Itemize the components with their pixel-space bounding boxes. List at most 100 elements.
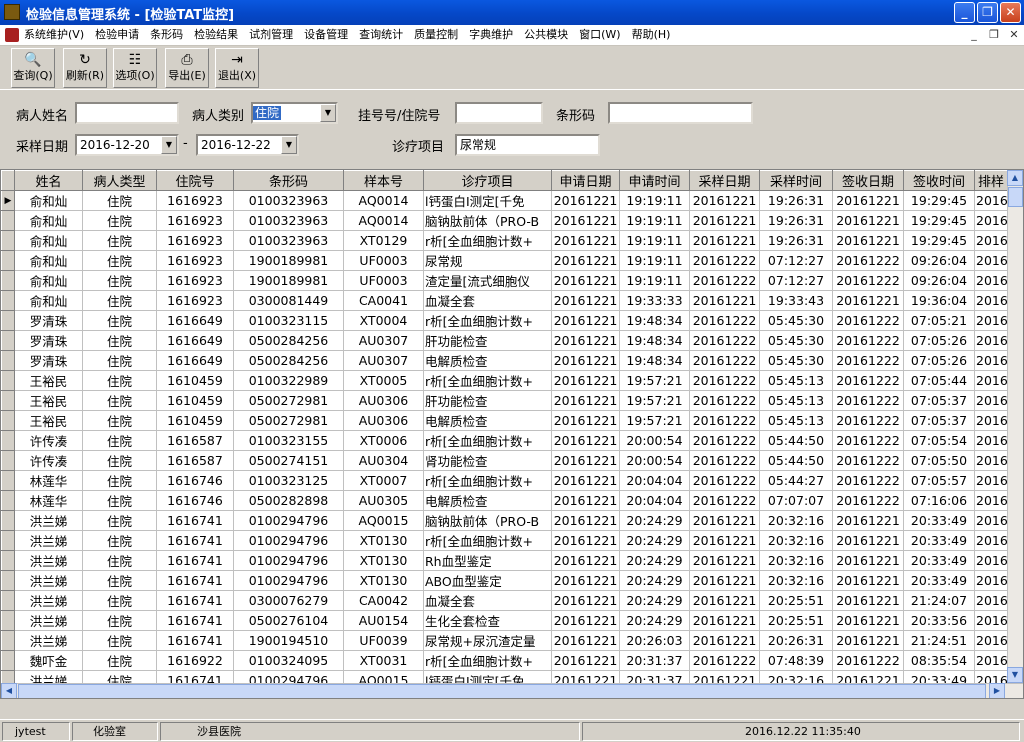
table-cell[interactable]: 脑钠肽前体（PRO-B xyxy=(423,210,552,231)
table-cell[interactable]: 20:31:37 xyxy=(619,650,690,671)
table-cell[interactable]: 20161221 xyxy=(832,510,904,531)
row-selector[interactable] xyxy=(1,610,15,631)
table-row[interactable]: 洪兰娣 住院 1616741 0100294796 AQ0015 脑钠肽前体（PRO-B 2… xyxy=(1,510,1008,531)
menu-item[interactable]: 试剂管理 xyxy=(249,25,293,45)
horizontal-scroll-thumb[interactable] xyxy=(18,684,986,698)
table-cell[interactable]: 20161221 xyxy=(551,210,620,231)
table-cell[interactable]: 住院 xyxy=(82,530,157,551)
table-row[interactable]: 洪兰娣 住院 1616741 0100294796 XT0130 r析[全血细胞计数+ 20… xyxy=(1,530,1008,551)
table-cell[interactable]: 尿常规+尿沉渣定量 xyxy=(423,630,552,651)
table-cell[interactable]: 2016 xyxy=(974,430,1008,451)
row-selector[interactable] xyxy=(1,250,15,271)
row-selector[interactable] xyxy=(1,510,15,531)
table-cell[interactable]: 0500284256 xyxy=(233,330,344,351)
table-cell[interactable]: 20161221 xyxy=(689,190,760,211)
row-selector[interactable] xyxy=(1,530,15,551)
table-cell[interactable]: 1616741 xyxy=(156,610,234,631)
menu-item[interactable]: 检验结果 xyxy=(194,25,238,45)
table-cell[interactable]: 0100323155 xyxy=(233,430,344,451)
table-cell[interactable]: 19:57:21 xyxy=(619,390,690,411)
table-cell[interactable]: 19:26:31 xyxy=(759,230,833,251)
vertical-scroll-thumb[interactable] xyxy=(1008,187,1023,207)
table-cell[interactable]: 20161221 xyxy=(551,190,620,211)
table-cell[interactable]: 许传凑 xyxy=(14,430,83,451)
date-from-picker[interactable]: 2016-12-20 ▼ xyxy=(75,134,179,156)
table-cell[interactable]: 2016 xyxy=(974,190,1008,211)
barcode-input[interactable] xyxy=(608,102,753,124)
table-cell[interactable]: 住院 xyxy=(82,350,157,371)
registration-number-input[interactable] xyxy=(455,102,543,124)
table-cell[interactable]: 洪兰娣 xyxy=(14,630,83,651)
table-cell[interactable]: 05:45:30 xyxy=(759,330,833,351)
table-cell[interactable]: 0500274151 xyxy=(233,450,344,471)
table-cell[interactable]: 20161221 xyxy=(551,490,620,511)
table-cell[interactable]: 20:26:03 xyxy=(619,630,690,651)
table-cell[interactable]: UF0003 xyxy=(343,250,424,271)
table-cell[interactable]: 20161221 xyxy=(689,210,760,231)
table-cell[interactable]: 0300076279 xyxy=(233,590,344,611)
table-cell[interactable]: 19:36:04 xyxy=(903,290,975,311)
table-cell[interactable]: XT0129 xyxy=(343,230,424,251)
table-cell[interactable]: 08:35:54 xyxy=(903,650,975,671)
table-cell[interactable]: 2016 xyxy=(974,410,1008,431)
table-cell[interactable]: 住院 xyxy=(82,630,157,651)
table-row[interactable]: 王裕民 住院 1610459 0100322989 XT0005 r析[全血细胞计数+ 20… xyxy=(1,370,1008,391)
table-cell[interactable]: 19:29:45 xyxy=(903,230,975,251)
table-cell[interactable]: 住院 xyxy=(82,410,157,431)
table-cell[interactable]: 07:48:39 xyxy=(759,650,833,671)
restore-button[interactable]: ❐ xyxy=(977,2,998,23)
table-cell[interactable]: 20161222 xyxy=(832,430,904,451)
table-row[interactable]: 王裕民 住院 1610459 0500272981 AU0306 肝功能检查 2016122… xyxy=(1,390,1008,411)
table-cell[interactable]: 20:24:29 xyxy=(619,610,690,631)
table-cell[interactable]: 19:19:11 xyxy=(619,210,690,231)
table-cell[interactable]: 20161221 xyxy=(689,530,760,551)
table-row[interactable]: 罗清珠 住院 1616649 0500284256 AU0307 电解质检查 2016122… xyxy=(1,350,1008,371)
table-cell[interactable]: 俞和灿 xyxy=(14,250,83,271)
table-cell[interactable]: 20161222 xyxy=(832,650,904,671)
table-cell[interactable]: 0500276104 xyxy=(233,610,344,631)
table-cell[interactable]: 0100322989 xyxy=(233,370,344,391)
table-row[interactable]: 洪兰娣 住院 1616741 0100294796 XT0130 ABO血型鉴定 20161… xyxy=(1,570,1008,591)
table-cell[interactable]: 0100294796 xyxy=(233,510,344,531)
table-cell[interactable]: AU0307 xyxy=(343,330,424,351)
column-header[interactable]: 条形码 xyxy=(233,170,344,191)
row-selector[interactable] xyxy=(1,350,15,371)
mdi-minimize-button[interactable]: _ xyxy=(966,27,982,43)
table-cell[interactable]: 0100323963 xyxy=(233,190,344,211)
table-cell[interactable]: 20:24:29 xyxy=(619,570,690,591)
table-cell[interactable]: 1900189981 xyxy=(233,250,344,271)
table-cell[interactable]: 1616923 xyxy=(156,210,234,231)
table-cell[interactable]: 罗清珠 xyxy=(14,350,83,371)
table-cell[interactable]: 20161221 xyxy=(832,230,904,251)
table-cell[interactable]: 20161221 xyxy=(551,570,620,591)
row-selector[interactable] xyxy=(1,570,15,591)
table-cell[interactable]: 住院 xyxy=(82,470,157,491)
table-row[interactable]: 许传凑 住院 1616587 0500274151 AU0304 肾功能检查 2016122… xyxy=(1,450,1008,471)
row-selector[interactable] xyxy=(1,550,15,571)
table-cell[interactable]: 09:26:04 xyxy=(903,250,975,271)
table-cell[interactable]: 罗清珠 xyxy=(14,310,83,331)
table-cell[interactable]: AQ0014 xyxy=(343,190,424,211)
table-cell[interactable]: 1610459 xyxy=(156,370,234,391)
table-cell[interactable]: 05:45:13 xyxy=(759,390,833,411)
table-cell[interactable]: AU0154 xyxy=(343,610,424,631)
table-cell[interactable]: 林莲华 xyxy=(14,470,83,491)
table-cell[interactable]: 王裕民 xyxy=(14,390,83,411)
table-cell[interactable]: r析[全血细胞计数+ xyxy=(423,230,552,251)
table-cell[interactable]: Rh血型鉴定 xyxy=(423,550,552,571)
table-cell[interactable]: 1616649 xyxy=(156,350,234,371)
table-cell[interactable]: 生化全套检查 xyxy=(423,610,552,631)
table-cell[interactable]: 20161221 xyxy=(832,630,904,651)
minimize-button[interactable]: _ xyxy=(954,2,975,23)
table-cell[interactable]: 05:44:27 xyxy=(759,470,833,491)
toolbar-button[interactable]: ⎙ 导出(E) xyxy=(165,48,209,88)
table-cell[interactable]: 2016 xyxy=(974,370,1008,391)
row-selector[interactable] xyxy=(1,450,15,471)
table-cell[interactable]: 19:19:11 xyxy=(619,190,690,211)
table-cell[interactable]: 20161221 xyxy=(551,470,620,491)
table-cell[interactable]: 07:05:57 xyxy=(903,470,975,491)
table-cell[interactable]: 20161222 xyxy=(832,270,904,291)
table-cell[interactable]: CA0042 xyxy=(343,590,424,611)
table-row[interactable]: 林莲华 住院 1616746 0500282898 AU0305 电解质检查 2016122… xyxy=(1,490,1008,511)
patient-type-select[interactable]: 住院 ▼ xyxy=(251,102,338,124)
